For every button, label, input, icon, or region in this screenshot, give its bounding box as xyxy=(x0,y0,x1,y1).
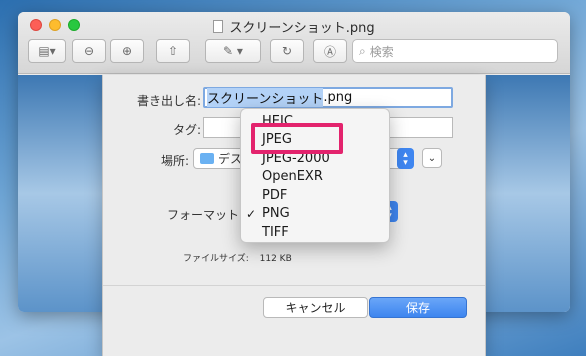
document-icon xyxy=(213,20,224,33)
format-label: フォーマット xyxy=(166,208,239,222)
window-title: スクリーンショット.png xyxy=(229,21,375,36)
export-name-field[interactable]: スクリーンショット .png xyxy=(203,87,453,108)
zoom-in-button[interactable]: ⊕ xyxy=(110,39,144,63)
filesize-value: 112 KB xyxy=(259,254,292,264)
pen-icon: ✎ ▾ xyxy=(223,44,243,58)
annotate-button[interactable]: Ⓐ xyxy=(313,39,347,63)
export-name-extension: .png xyxy=(323,90,353,105)
expand-button[interactable]: ⌄ xyxy=(422,148,442,168)
rotate-icon: ↻ xyxy=(281,44,293,58)
filesize-label: ファイルサイズ: xyxy=(183,254,249,264)
format-item-png: PNG xyxy=(262,206,290,222)
export-name-selected: スクリーンショット xyxy=(207,88,324,107)
highlight-box xyxy=(251,123,343,154)
chevron-down-icon: ⌄ xyxy=(427,152,437,164)
markup-button[interactable]: ✎ ▾ xyxy=(205,39,261,63)
rotate-button[interactable]: ↻ xyxy=(270,39,304,63)
save-button[interactable]: 保存 xyxy=(369,297,467,318)
location-value: デス xyxy=(218,152,243,166)
folder-icon xyxy=(200,153,214,164)
share-button[interactable]: ⇧ xyxy=(156,39,190,63)
titlebar: スクリーンショット.png ▤▾ ⊖ ⊕ ⇧ ✎ ▾ ↻ Ⓐ ⌕ 検索 xyxy=(18,12,570,74)
format-item-png-row[interactable]: ✓ PNG xyxy=(241,205,389,224)
format-item-tiff[interactable]: TIFF xyxy=(241,223,389,242)
sidebar-toggle-button[interactable]: ▤▾ xyxy=(28,39,66,63)
annotate-icon: Ⓐ xyxy=(323,44,336,59)
filesize-row: ファイルサイズ: 112 KB xyxy=(183,251,292,264)
checkmark-icon: ✓ xyxy=(246,206,257,221)
share-icon: ⇧ xyxy=(167,44,179,58)
divider xyxy=(103,285,485,286)
tag-label: タグ: xyxy=(172,123,201,137)
format-item-openexr[interactable]: OpenEXR xyxy=(241,168,389,187)
window-title-container: スクリーンショット.png xyxy=(18,17,570,36)
search-placeholder: 検索 xyxy=(369,44,394,59)
sidebar-icon: ▤▾ xyxy=(38,44,56,58)
zoom-out-icon: ⊖ xyxy=(83,44,95,58)
up-down-icon: ▴▾ xyxy=(403,149,408,168)
format-item-pdf[interactable]: PDF xyxy=(241,186,389,205)
search-icon: ⌕ xyxy=(359,43,366,58)
export-name-label: 書き出し名: xyxy=(136,94,201,108)
search-input[interactable]: ⌕ 検索 xyxy=(352,39,558,63)
zoom-out-button[interactable]: ⊖ xyxy=(72,39,106,63)
zoom-in-icon: ⊕ xyxy=(121,44,133,58)
location-label: 場所: xyxy=(160,154,189,168)
location-stepper[interactable]: ▴ ▾ xyxy=(397,148,414,169)
cancel-button[interactable]: キャンセル xyxy=(263,297,368,318)
